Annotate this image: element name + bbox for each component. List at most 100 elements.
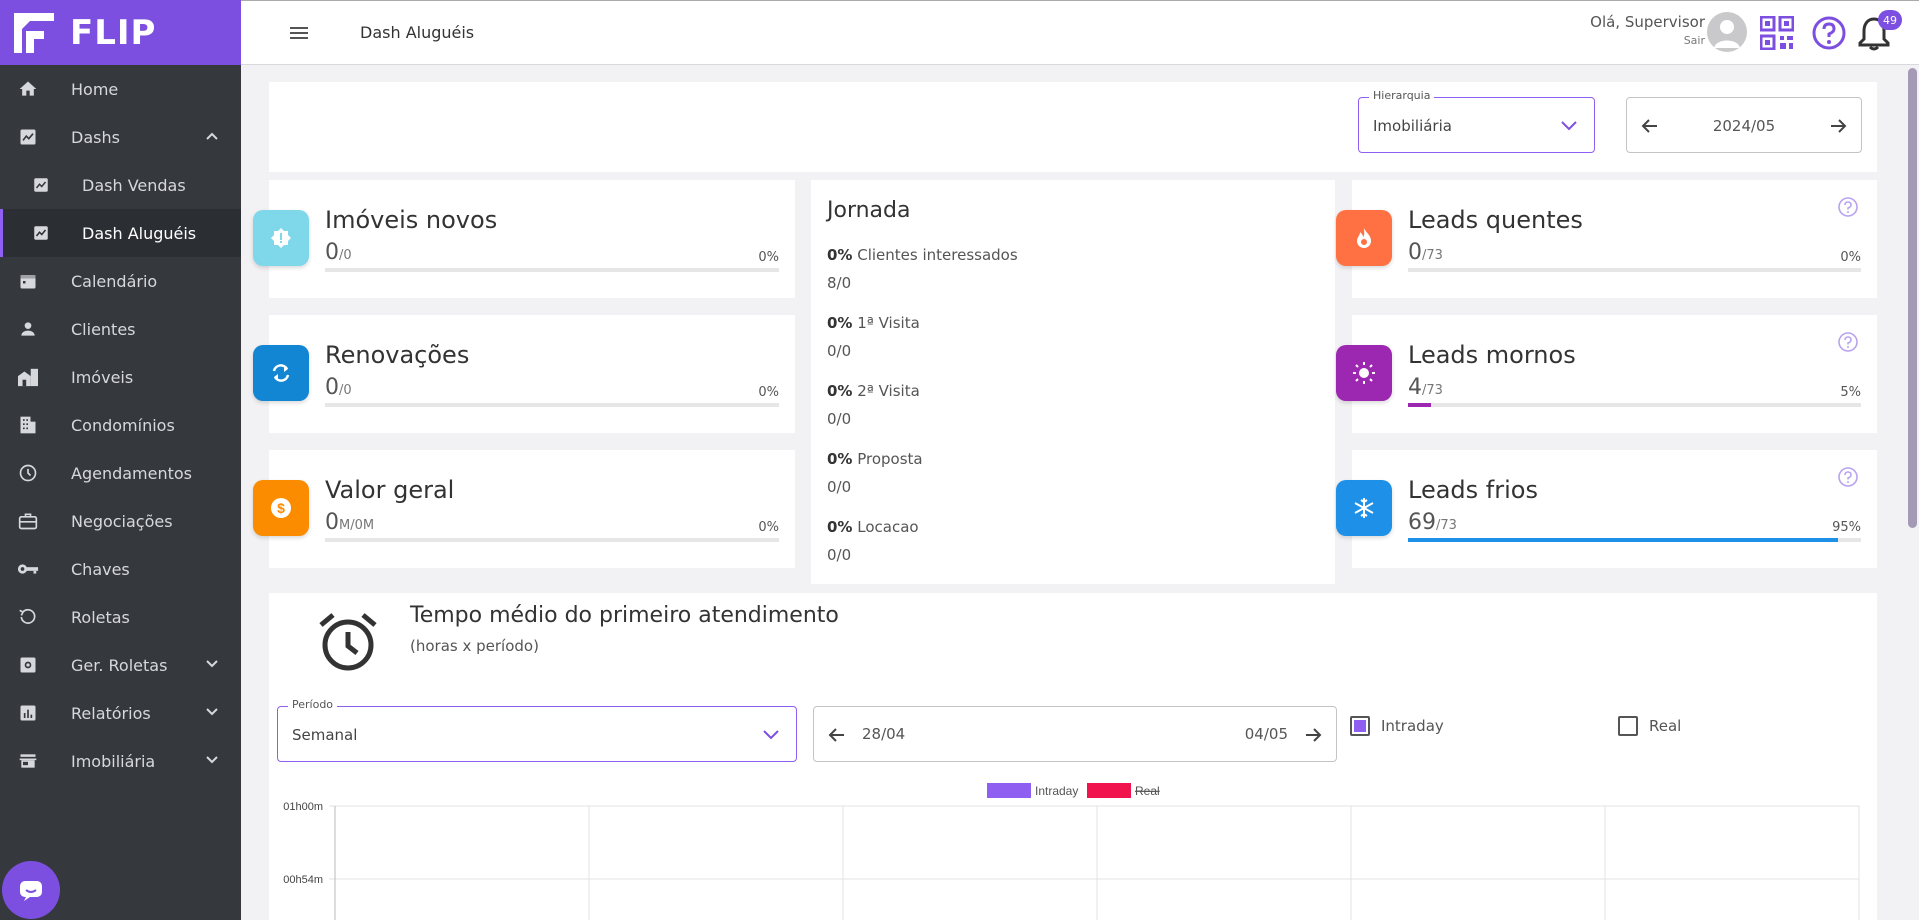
tempo-chart: Intraday Real 01h00m 00h54m <box>283 783 1860 920</box>
rotate-icon <box>17 606 39 628</box>
card-progress <box>1408 268 1861 272</box>
chat-button[interactable] <box>2 861 60 919</box>
chevron-down-icon <box>206 708 218 716</box>
jornada-stage: 0% 1ª Visita <box>827 314 920 332</box>
card-value: 0M/0M <box>325 510 374 535</box>
home-icon <box>17 78 39 100</box>
card-title: Leads frios <box>1408 476 1538 504</box>
stage-percent: 0% <box>827 382 853 400</box>
card-progress-fill <box>1408 538 1839 542</box>
help-icon[interactable] <box>1837 466 1859 488</box>
stage-percent: 0% <box>827 246 853 264</box>
card-value: 0/0 <box>325 375 352 400</box>
stage-label: 2ª Visita <box>852 382 920 400</box>
card-value-total: /73 <box>1422 383 1443 398</box>
menu-icon[interactable] <box>289 23 309 43</box>
stage-percent: 0% <box>827 518 853 536</box>
sidebar-item-label: Condomínios <box>71 415 175 435</box>
store-icon <box>17 750 39 772</box>
help-icon[interactable] <box>1837 331 1859 353</box>
alert-badge-icon <box>253 210 309 266</box>
sidebar-item-home[interactable]: Home <box>0 65 241 113</box>
range-end: 04/05 <box>1244 725 1288 743</box>
card-valor-geral: $ Valor geral 0M/0M 0% <box>253 450 795 568</box>
checkbox-mark <box>1354 720 1366 732</box>
card-progress <box>325 538 779 542</box>
legend-swatch <box>987 783 1031 798</box>
legend-label: Real <box>1135 784 1160 798</box>
chevron-down-icon <box>763 730 779 740</box>
sidebar-item-clientes[interactable]: Clientes <box>0 305 241 353</box>
card-value-number: 0 <box>325 240 339 265</box>
sidebar-item-label: Clientes <box>71 319 136 339</box>
sidebar-item-imobiliaria[interactable]: Imobiliária <box>0 737 241 785</box>
arrow-right-icon[interactable] <box>1304 726 1322 744</box>
sidebar-item-dashs[interactable]: Dashs <box>0 113 241 161</box>
jornada-stage: 0% 2ª Visita <box>827 382 920 400</box>
chevron-down-icon <box>1561 121 1577 131</box>
help-icon[interactable] <box>1837 196 1859 218</box>
snowflake-icon <box>1336 480 1392 536</box>
real-checkbox[interactable] <box>1618 716 1638 736</box>
avatar[interactable] <box>1707 12 1747 52</box>
sidebar-item-negociacoes[interactable]: Negociações <box>0 497 241 545</box>
sidebar-item-label: Calendário <box>71 271 158 291</box>
card-progress-fill <box>1408 403 1431 407</box>
sidebar-item-label: Chaves <box>71 559 130 579</box>
jornada-stage: 0% Locacao <box>827 518 919 536</box>
card-progress <box>325 268 779 272</box>
card-percent: 0% <box>1840 250 1861 265</box>
sidebar: FLIP Home Dashs Dash Vendas Dash Aluguéi… <box>0 0 241 920</box>
card-title: Leads quentes <box>1408 206 1583 234</box>
jornada-panel: Jornada 0% Clientes interessados 8/0 0% … <box>811 180 1335 584</box>
help-icon[interactable] <box>1811 15 1847 51</box>
card-progress <box>1408 403 1861 407</box>
hierarchy-select[interactable]: Hierarquia Imobiliária <box>1358 89 1595 153</box>
sidebar-item-calendario[interactable]: Calendário <box>0 257 241 305</box>
jornada-stage: 0% Proposta <box>827 450 923 468</box>
sidebar-item-ger-roletas[interactable]: Ger. Roletas <box>0 641 241 689</box>
stage-count: 0/0 <box>827 478 852 496</box>
scrollbar-thumb[interactable] <box>1908 68 1917 528</box>
real-label: Real <box>1649 717 1682 735</box>
intraday-checkbox[interactable] <box>1350 716 1370 736</box>
intraday-label: Intraday <box>1381 717 1444 735</box>
hierarchy-label: Hierarquia <box>1369 89 1435 102</box>
scrollbar[interactable] <box>1906 66 1919 920</box>
sidebar-item-relatorios[interactable]: Relatórios <box>0 689 241 737</box>
sidebar-item-chaves[interactable]: Chaves <box>0 545 241 593</box>
fire-icon <box>1336 210 1392 266</box>
apartment-icon <box>17 414 39 436</box>
sidebar-item-dash-vendas[interactable]: Dash Vendas <box>0 161 241 209</box>
sidebar-item-dash-alugueis[interactable]: Dash Aluguéis <box>0 209 241 257</box>
arrow-left-icon[interactable] <box>828 726 846 744</box>
greeting-text: Olá, Supervisor <box>1590 13 1705 31</box>
period-value: 2024/05 <box>1712 117 1776 135</box>
sidebar-item-roletas[interactable]: Roletas <box>0 593 241 641</box>
topbar: Dash Aluguéis Olá, Supervisor Sair 49 <box>241 0 1919 65</box>
stage-percent: 0% <box>827 314 853 332</box>
card-value-number: 4 <box>1408 375 1422 400</box>
chart-icon <box>30 222 52 244</box>
sidebar-item-condominios[interactable]: Condomínios <box>0 401 241 449</box>
card-percent: 0% <box>758 520 779 535</box>
chevron-down-icon <box>206 660 218 668</box>
alarm-clock-icon <box>319 613 377 671</box>
arrow-right-icon[interactable] <box>1829 117 1847 135</box>
sidebar-item-label: Dash Vendas <box>82 175 186 195</box>
jornada-title: Jornada <box>827 198 911 223</box>
card-percent: 95% <box>1832 520 1861 535</box>
logout-link[interactable]: Sair <box>1590 34 1705 47</box>
periodo-select[interactable]: Período Semanal <box>277 698 797 762</box>
sidebar-item-label: Dashs <box>71 127 120 147</box>
sidebar-item-agendamentos[interactable]: Agendamentos <box>0 449 241 497</box>
dollar-icon: $ <box>253 480 309 536</box>
qr-code-icon[interactable] <box>1760 16 1794 50</box>
chevron-down-icon <box>206 756 218 764</box>
brand-name: FLIP <box>70 12 157 53</box>
logo[interactable]: FLIP <box>0 0 241 65</box>
sidebar-item-label: Relatórios <box>71 703 151 723</box>
page-title: Dash Aluguéis <box>360 23 475 42</box>
sidebar-item-imoveis[interactable]: Imóveis <box>0 353 241 401</box>
legend-swatch <box>1087 783 1131 798</box>
